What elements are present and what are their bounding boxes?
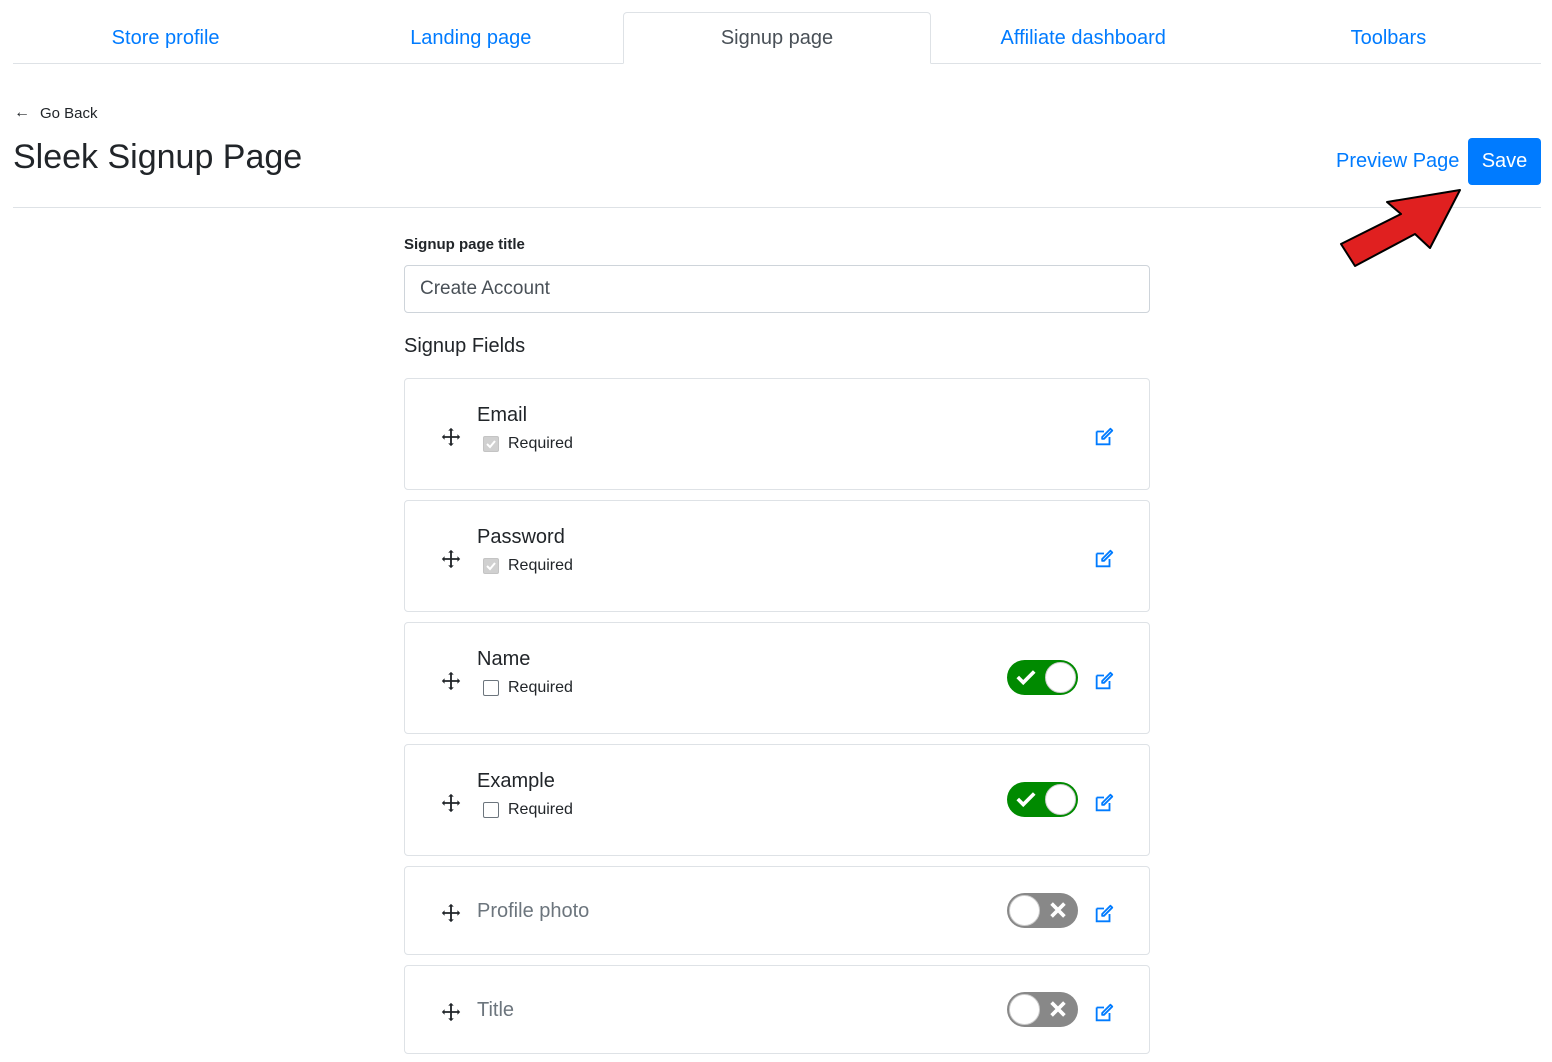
settings-tabs: Store profile Landing page Signup page A… [13,12,1541,64]
required-label: Required [508,435,573,452]
move-icon[interactable] [440,902,462,924]
header-divider [13,207,1541,208]
required-checkbox [483,436,499,452]
signup-field-name: Name Required [404,622,1150,734]
signup-title-label: Signup page title [404,236,525,253]
move-icon[interactable] [440,548,462,570]
move-icon[interactable] [440,792,462,814]
go-back-link[interactable]: ← Go Back [14,104,98,122]
required-label: Required [508,679,573,696]
signup-field-password: Password Required [404,500,1150,612]
field-name: Example [477,770,555,792]
save-button[interactable]: Save [1468,138,1541,185]
field-enabled-toggle[interactable] [1007,782,1078,817]
required-option[interactable]: Required [483,679,573,697]
tab-toolbars[interactable]: Toolbars [1236,12,1541,64]
x-icon [1050,902,1066,918]
signup-field-example: Example Required [404,744,1150,856]
toggle-knob [1045,662,1076,693]
edit-icon[interactable] [1093,670,1115,692]
check-icon [1016,670,1036,686]
required-checkbox [483,558,499,574]
toggle-knob [1009,895,1040,926]
toggle-knob [1009,994,1040,1025]
edit-icon[interactable] [1093,548,1115,570]
tab-signup-page[interactable]: Signup page [623,12,931,64]
check-icon [486,562,496,571]
move-icon[interactable] [440,426,462,448]
field-enabled-toggle[interactable] [1007,992,1078,1027]
edit-icon[interactable] [1093,426,1115,448]
arrow-left-icon: ← [14,104,30,121]
field-enabled-toggle[interactable] [1007,660,1078,695]
edit-icon[interactable] [1093,903,1115,925]
signup-field-profile-photo: Profile photo [404,866,1150,955]
field-name: Password [477,526,565,548]
required-checkbox[interactable] [483,802,499,818]
signup-field-title: Title [404,965,1150,1054]
go-back-label: Go Back [40,104,98,122]
required-checkbox[interactable] [483,680,499,696]
field-name: Name [477,648,531,670]
check-icon [1016,792,1036,808]
tab-landing-page[interactable]: Landing page [318,12,623,64]
tab-store-profile[interactable]: Store profile [13,12,318,64]
field-name: Email [477,404,528,426]
signup-form: Signup page title Signup Fields Email Re… [404,236,1150,1062]
required-label: Required [508,557,573,574]
signup-field-email: Email Required [404,378,1150,490]
signup-fields-heading: Signup Fields [404,335,526,357]
preview-page-link[interactable]: Preview Page [1336,150,1459,173]
check-icon [486,440,496,449]
required-label: Required [508,801,573,818]
signup-title-input[interactable] [404,265,1150,313]
required-option: Required [483,557,573,575]
page-title: Sleek Signup Page [13,138,303,176]
move-icon[interactable] [440,1001,462,1023]
edit-icon[interactable] [1093,1002,1115,1024]
field-enabled-toggle[interactable] [1007,893,1078,928]
required-option: Required [483,435,573,453]
annotation-arrow-icon [1340,189,1461,267]
required-option[interactable]: Required [483,801,573,819]
x-icon [1050,1001,1066,1017]
field-name: Title [477,999,515,1021]
edit-icon[interactable] [1093,792,1115,814]
tab-affiliate-dashboard[interactable]: Affiliate dashboard [931,12,1236,64]
toggle-knob [1045,784,1076,815]
field-name: Profile photo [477,900,590,922]
move-icon[interactable] [440,670,462,692]
